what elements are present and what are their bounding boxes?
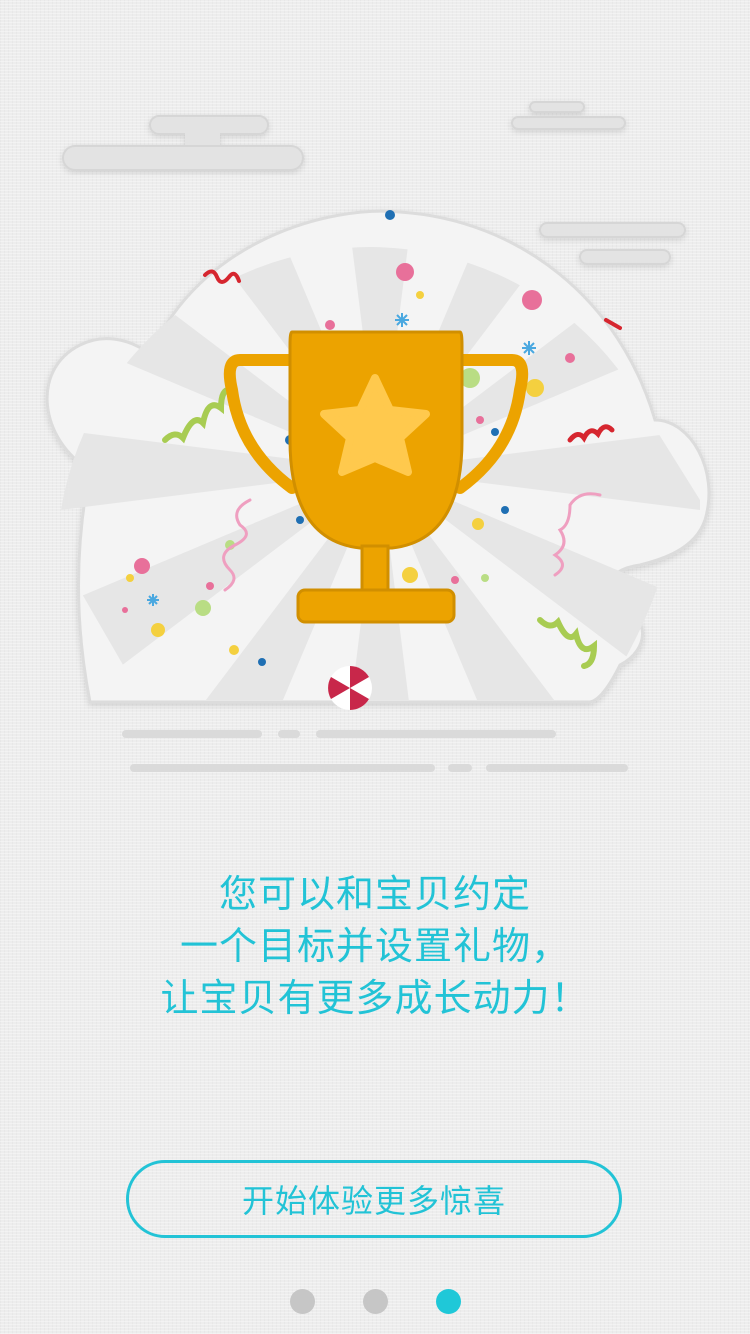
message-line-3: 让宝贝有更多成长动力！: [160, 976, 590, 1020]
cloud-decoration-left: [62, 115, 304, 171]
trophy-illustration: [45, 101, 711, 772]
candy-decoration: [328, 666, 372, 710]
page-indicator: [0, 1289, 750, 1315]
start-experience-button[interactable]: 开始体验更多惊喜: [126, 1160, 622, 1238]
message-line-2: 一个目标并设置礼物，: [179, 924, 570, 968]
message-line-1: 您可以和宝贝约定: [218, 872, 531, 916]
page-dot-2[interactable]: [362, 1289, 388, 1314]
cloud-decoration-right: [511, 101, 686, 265]
page-dot-1[interactable]: [289, 1289, 315, 1314]
page-dot-3-active[interactable]: [435, 1289, 461, 1314]
ground-lines: [122, 730, 628, 772]
intro-message: 您可以和宝贝约定 一个目标并设置礼物， 让宝贝有更多成长动力！: [0, 868, 750, 1024]
